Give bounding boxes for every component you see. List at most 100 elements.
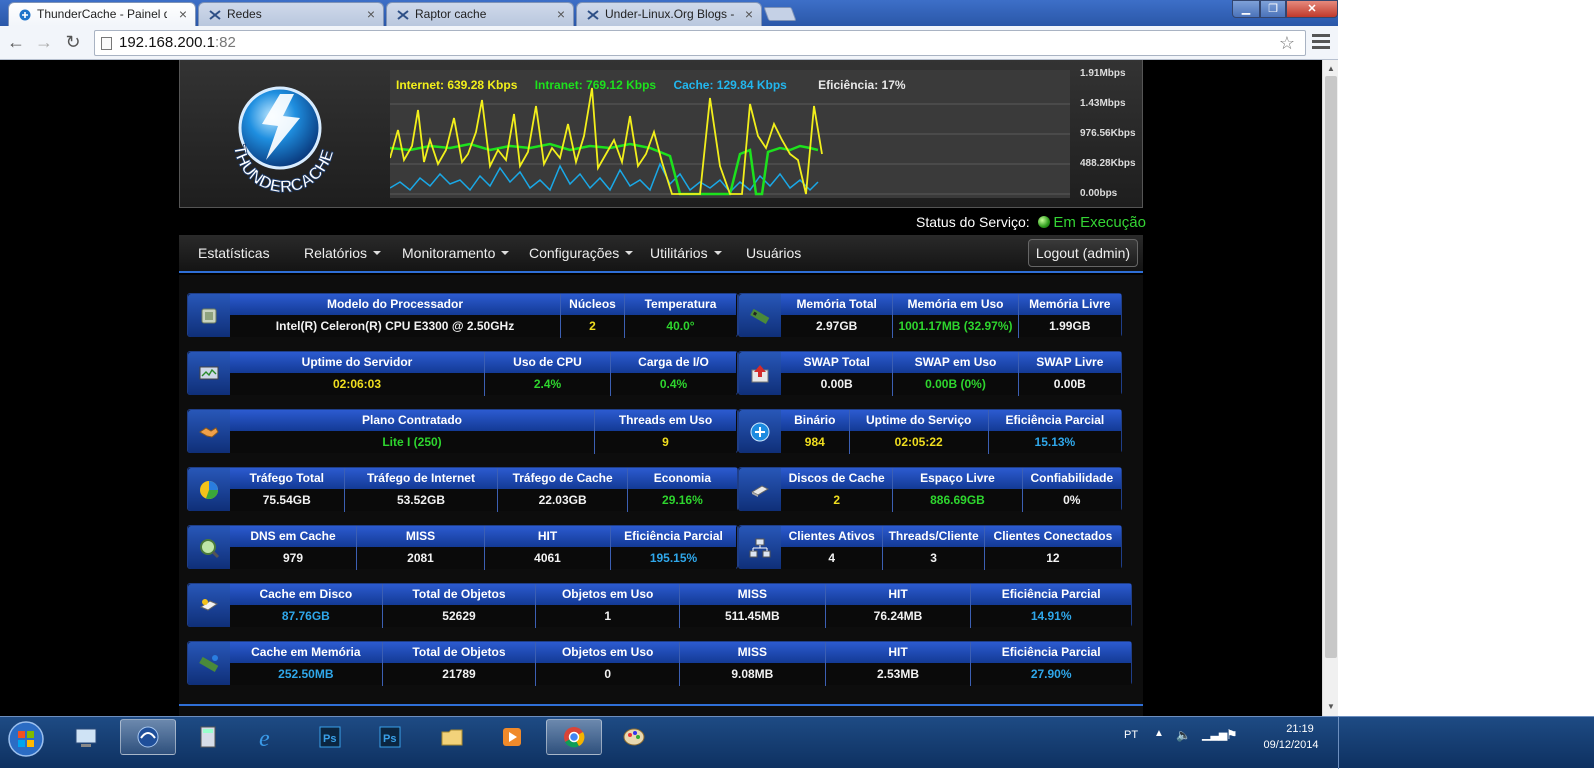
calculator-icon[interactable]: [180, 719, 236, 755]
close-window-button[interactable]: ✕: [1286, 0, 1338, 18]
thundercache-favicon-icon: [19, 9, 31, 21]
nav-item-label: Relatórios: [304, 245, 368, 261]
scroll-down-icon[interactable]: ▼: [1327, 702, 1335, 711]
browser-tab-thundercache[interactable]: ThunderCache - Painel de ×: [8, 2, 196, 26]
nav-item-label: Estatísticas: [198, 245, 270, 261]
clock-date[interactable]: 09/12/2014: [1252, 739, 1330, 751]
stat-value: 9.08MB: [680, 663, 825, 685]
stat-value: 2081: [357, 547, 484, 569]
action-center-flag-icon[interactable]: ⚑: [1226, 727, 1238, 743]
show-desktop-button[interactable]: [1338, 717, 1352, 769]
caret-down-icon: [501, 251, 510, 255]
maximize-button[interactable]: ❐: [1260, 0, 1286, 18]
remote-desktop-icon[interactable]: [58, 719, 114, 755]
folder-icon[interactable]: [424, 719, 480, 755]
chrome-menu-icon[interactable]: [1312, 34, 1330, 50]
stat-value: 2.53MB: [825, 663, 971, 685]
scrollbar-thumb[interactable]: [1325, 76, 1337, 658]
windows-start-button[interactable]: [0, 719, 52, 759]
stat-column: Eficiência Parcial 27.90%: [970, 642, 1131, 686]
stat-value: 984: [781, 431, 849, 453]
network-signal-icon[interactable]: ▁▃▅: [1202, 728, 1227, 741]
logout-button[interactable]: Logout (admin): [1028, 239, 1138, 267]
tab-close-icon[interactable]: ×: [179, 6, 187, 22]
stat-block: Clientes Ativos 4 Threads/Cliente 3 Clientes…: [738, 525, 1122, 570]
stat-value: 0.00B (0%): [893, 373, 1018, 395]
volume-icon[interactable]: 🔈: [1176, 728, 1191, 742]
disk-cache-icon: [188, 584, 230, 627]
service-status: Status do Serviço: Em Execução: [916, 214, 1146, 231]
stat-value: 4061: [485, 547, 610, 569]
tab-close-icon[interactable]: ×: [557, 6, 565, 22]
nav-item-monitoramento[interactable]: Monitoramento: [402, 245, 510, 261]
nav-item-estatisticas[interactable]: Estatísticas: [198, 245, 270, 261]
address-bar[interactable]: 192.168.200.1:82 ☆: [94, 30, 1306, 56]
stat-column: HIT 2.53MB: [824, 642, 971, 686]
nav-item-label: Monitoramento: [402, 245, 496, 261]
photoshop-icon[interactable]: Ps: [302, 719, 358, 755]
browser-tab-redes[interactable]: Redes ×: [198, 2, 384, 26]
thunderbird-icon[interactable]: [120, 719, 176, 755]
y-tick-label: 0.00bps: [1080, 188, 1118, 199]
bookmark-star-icon[interactable]: ☆: [1279, 33, 1295, 54]
address-port: :82: [214, 34, 236, 51]
stat-value: 75.54GB: [230, 489, 344, 511]
chrome-icon[interactable]: [546, 719, 602, 755]
stat-header: Memória Livre: [1018, 294, 1121, 315]
stat-header: DNS em Cache: [230, 526, 356, 547]
stat-value: 2.97GB: [781, 315, 893, 337]
y-tick-label: 1.43Mbps: [1080, 98, 1126, 109]
stat-header: Espaço Livre: [893, 468, 1022, 489]
tab-title: Under-Linux.Org Blogs - r: [605, 7, 735, 21]
legend-cache: Cache: 129.84 Kbps: [673, 78, 787, 92]
page-scrollbar[interactable]: ▲ ▼: [1322, 60, 1338, 716]
stat-value: 12: [984, 547, 1121, 569]
stat-column: Binário 984: [781, 410, 849, 454]
browser-tab-raptor-cache[interactable]: Raptor cache ×: [386, 2, 574, 26]
stat-column: SWAP Total 0.00B: [781, 352, 893, 396]
new-tab-button[interactable]: [763, 7, 797, 21]
clock-time[interactable]: 21:19: [1272, 723, 1328, 735]
forward-button[interactable]: →: [33, 32, 55, 54]
stats-content: Modelo do Processador Intel(R) Celeron(R)…: [179, 275, 1143, 716]
paint-icon[interactable]: [606, 719, 662, 755]
caret-down-icon: [625, 251, 634, 255]
nav-item-usuarios[interactable]: Usuários: [746, 245, 801, 261]
stat-header: Binário: [781, 410, 849, 431]
binary-icon: [739, 410, 781, 453]
tab-close-icon[interactable]: ×: [745, 6, 753, 22]
stat-header: Total de Objetos: [382, 584, 536, 605]
photoshop-icon[interactable]: Ps: [362, 719, 418, 755]
stat-header: Temperatura: [625, 294, 736, 315]
nav-item-label: Utilitários: [650, 245, 708, 261]
media-player-icon[interactable]: [484, 719, 540, 755]
minimize-button[interactable]: ▁: [1232, 0, 1260, 18]
nav-item-utilitarios[interactable]: Utilitários: [650, 245, 722, 261]
nav-item-label: Configurações: [529, 245, 620, 261]
traffic-graph: Internet: 639.28 Kbps Intranet: 769.12 K…: [390, 68, 1136, 199]
stat-header: Uptime do Serviço: [849, 410, 988, 431]
tab-title: Raptor cache: [415, 7, 487, 21]
network-icon: [739, 526, 781, 569]
swap-icon: [739, 352, 781, 395]
language-indicator[interactable]: PT: [1124, 729, 1138, 741]
scroll-up-icon[interactable]: ▲: [1327, 64, 1335, 73]
nav-item-relatorios[interactable]: Relatórios: [304, 245, 382, 261]
reload-button[interactable]: ↻: [62, 32, 84, 54]
stat-header: Carga de I/O: [611, 352, 736, 373]
back-button[interactable]: ←: [5, 32, 27, 54]
nav-item-configuracoes[interactable]: Configurações: [529, 245, 634, 261]
stat-column: HIT 4061: [484, 526, 610, 570]
tray-expand-icon[interactable]: ▲: [1154, 728, 1164, 739]
tab-close-icon[interactable]: ×: [367, 6, 375, 22]
stat-block: Modelo do Processador Intel(R) Celeron(R)…: [187, 293, 738, 338]
stat-column: Modelo do Processador Intel(R) Celeron(R)…: [230, 294, 560, 338]
internet-explorer-icon[interactable]: e: [240, 719, 296, 755]
stat-value: 29.16%: [627, 489, 737, 511]
browser-tab-under-linux[interactable]: Under-Linux.Org Blogs - r ×: [576, 2, 762, 26]
page-viewport: THUNDERCACHE Internet: 639.28 Kbps Intra…: [0, 60, 1322, 716]
stat-column: Clientes Ativos 4: [781, 526, 883, 570]
stat-value: Intel(R) Celeron(R) CPU E3300 @ 2.50GHz: [230, 315, 560, 337]
stat-column: Núcleos 2: [560, 294, 624, 338]
stat-column: Uso de CPU 2.4%: [484, 352, 610, 396]
